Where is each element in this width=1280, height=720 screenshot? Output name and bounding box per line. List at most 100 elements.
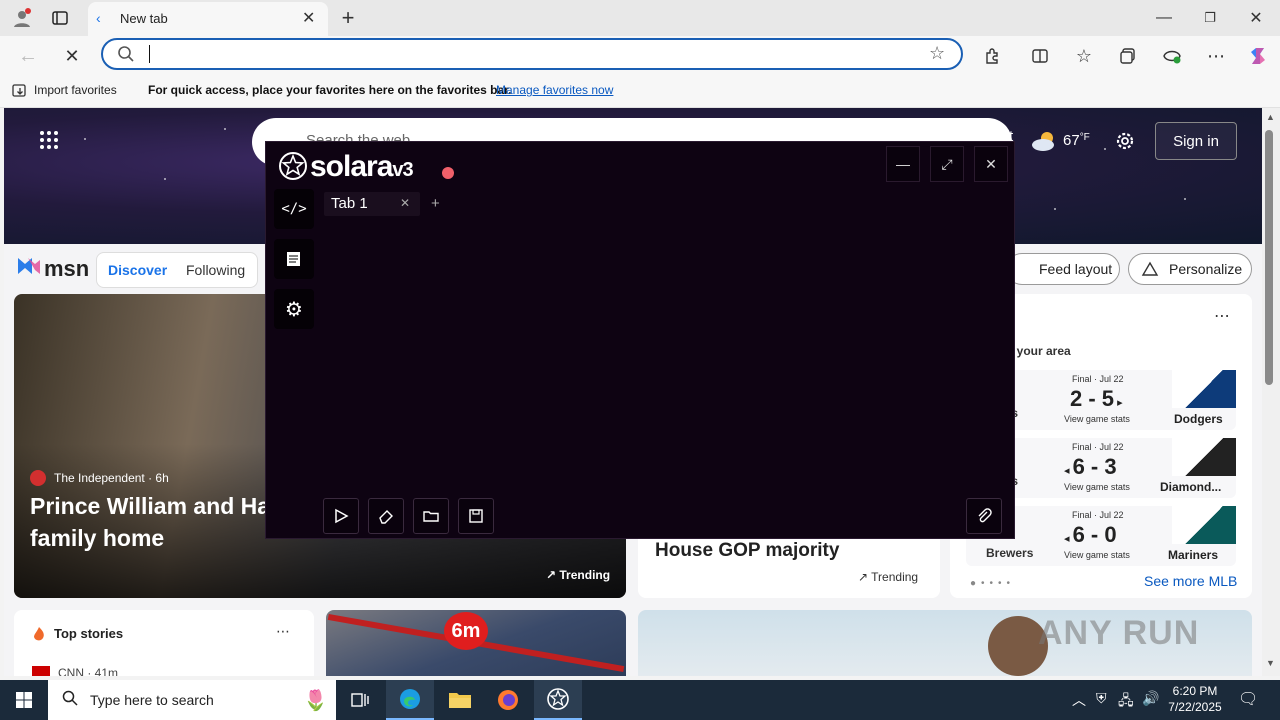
copilot-icon[interactable]	[1242, 40, 1274, 72]
solara-status-dot	[442, 167, 454, 179]
tab-title: New tab	[120, 11, 168, 26]
address-bar[interactable]: ☆	[101, 38, 963, 70]
away-team-name: Diamond...	[1160, 480, 1222, 494]
title-bar: ‹ New tab ✕ + — ❐ ✕	[0, 0, 1280, 36]
minimize-icon[interactable]: —	[1148, 2, 1180, 34]
stop-loading-icon[interactable]: ✕	[56, 40, 88, 72]
close-window-icon[interactable]: ✕	[1240, 2, 1272, 34]
more-menu-icon[interactable]: ⋯	[1200, 40, 1232, 72]
folder-explorer-icon	[449, 693, 471, 708]
cnn-logo-icon	[32, 666, 50, 676]
task-view-icon	[351, 693, 369, 707]
solara-window: solarav3 — ⤢ ✕ </> ⚙ Tab 1 ✕ +	[265, 141, 1015, 539]
extensions-icon[interactable]	[976, 40, 1008, 72]
script-list-button[interactable]	[274, 239, 314, 279]
edge-tab-icon: ‹	[96, 10, 101, 26]
game-score: ◂ 6 - 3	[1064, 454, 1117, 479]
game-stats-link[interactable]: View game stats	[1064, 414, 1130, 424]
profile-icon[interactable]	[6, 2, 38, 34]
sports-more-icon[interactable]: ⋯	[1214, 306, 1230, 326]
new-tab-icon[interactable]: +	[332, 2, 364, 34]
windows-taskbar: Type here to search 🌷 ︿ ⛨ 🖧 🔊 6:20 PM 7/…	[0, 680, 1280, 720]
add-favorite-icon[interactable]: ☆	[929, 43, 945, 64]
taskbar-firefox-button[interactable]	[484, 680, 532, 720]
game-stats-link[interactable]: View game stats	[1064, 482, 1130, 492]
start-button[interactable]	[0, 680, 48, 720]
tab-new-tab[interactable]: ‹ New tab ✕	[88, 2, 328, 36]
tab-discover[interactable]: Discover	[108, 262, 167, 278]
taskbar-clock[interactable]: 6:20 PM 7/22/2025	[1164, 683, 1226, 715]
task-view-button[interactable]	[336, 680, 384, 720]
editor-tab-1[interactable]: Tab 1 ✕	[324, 192, 420, 216]
game-score: 2 - 5 ▸	[1070, 386, 1123, 411]
editor-tab-label: Tab 1	[331, 195, 368, 212]
taskbar-explorer-button[interactable]	[436, 680, 484, 720]
scrollbar-thumb[interactable]	[1265, 130, 1273, 385]
collections-icon[interactable]	[1112, 40, 1144, 72]
msn-logo-icon[interactable]	[16, 254, 42, 283]
top-stories-more-icon[interactable]: ⋯	[276, 623, 290, 640]
hero-trending: ↗ Trending	[546, 568, 611, 582]
middle-headline[interactable]: House GOP majority	[655, 540, 839, 562]
manage-favorites-link[interactable]: Manage favorites now	[496, 83, 613, 97]
editor-tab-button[interactable]: </>	[274, 189, 314, 229]
hero-headline-line2[interactable]: family home	[30, 525, 164, 552]
security-tray-icon[interactable]: ⛨	[1096, 690, 1107, 707]
browser-essentials-icon[interactable]	[1156, 40, 1188, 72]
notification-icon[interactable]: 🗨	[1238, 689, 1258, 709]
vertical-tabs-icon[interactable]	[44, 2, 76, 34]
clear-button[interactable]	[368, 498, 404, 534]
restore-icon[interactable]: ❐	[1194, 2, 1226, 34]
import-favorites-button[interactable]: Import favorites	[34, 83, 117, 97]
script-editor-area[interactable]	[324, 222, 1008, 492]
sign-in-button[interactable]: Sign in	[1155, 122, 1237, 160]
show-hidden-icons[interactable]: ︿	[1072, 690, 1086, 710]
carousel-dots[interactable]: ●••••	[970, 578, 1015, 589]
save-icon	[469, 509, 483, 523]
solara-settings-button[interactable]: ⚙	[274, 289, 314, 329]
msn-logo-text: msn	[44, 256, 90, 281]
search-highlight-flowers-icon: 🌷	[303, 689, 328, 712]
tab-following[interactable]: Following	[186, 262, 245, 278]
back-icon[interactable]: ←	[12, 40, 44, 72]
feed-tabs: Discover Following	[96, 252, 258, 288]
taskbar-solara-button[interactable]	[534, 680, 582, 720]
taskbar-search[interactable]: Type here to search 🌷	[48, 680, 336, 720]
personalize-icon	[1141, 261, 1159, 280]
home-team-name: Brewers	[986, 546, 1034, 560]
solara-maximize-button[interactable]: ⤢	[930, 146, 964, 182]
game-score: ◂ 6 - 0	[1064, 522, 1117, 547]
solara-minimize-button[interactable]: —	[886, 146, 920, 182]
photo-card[interactable]: ANY RUN	[638, 610, 1252, 676]
apps-grid-icon[interactable]	[32, 124, 66, 156]
personalize-button[interactable]: Personalize	[1128, 253, 1252, 285]
import-favorites-icon	[12, 83, 28, 104]
diamondbacks-logo-icon	[1172, 438, 1236, 476]
weather-temp[interactable]: 67°F	[1063, 132, 1090, 149]
scroll-down-icon[interactable]: ▼	[1266, 658, 1275, 668]
list-icon	[287, 252, 300, 266]
scroll-up-icon[interactable]: ▲	[1266, 112, 1275, 122]
taskbar-edge-button[interactable]	[386, 680, 434, 720]
game-stats-link[interactable]: View game stats	[1064, 550, 1130, 560]
save-file-button[interactable]	[458, 498, 494, 534]
hero-headline-line1[interactable]: Prince William and Ha	[30, 493, 270, 520]
settings-gear-icon[interactable]	[1114, 130, 1136, 157]
network-icon[interactable]: 🖧	[1118, 690, 1134, 714]
execute-button[interactable]	[323, 498, 359, 534]
weather-cloud-icon[interactable]	[1030, 130, 1058, 157]
game-status: Final · Jul 22	[1072, 442, 1124, 452]
video-card[interactable]: 6m	[326, 610, 626, 676]
volume-icon[interactable]: 🔊	[1142, 690, 1159, 707]
favorites-icon[interactable]: ☆	[1068, 40, 1100, 72]
add-editor-tab-button[interactable]: +	[431, 195, 440, 212]
eraser-icon	[379, 510, 393, 524]
open-file-button[interactable]	[413, 498, 449, 534]
close-editor-tab-icon[interactable]: ✕	[400, 196, 410, 210]
close-tab-icon[interactable]: ✕	[302, 8, 315, 28]
split-screen-icon[interactable]	[1024, 40, 1056, 72]
feed-layout-button[interactable]: Feed layout	[1006, 253, 1120, 285]
attach-button[interactable]	[966, 498, 1002, 534]
see-more-mlb-link[interactable]: See more MLB	[1144, 573, 1237, 589]
solara-close-button[interactable]: ✕	[974, 146, 1008, 182]
